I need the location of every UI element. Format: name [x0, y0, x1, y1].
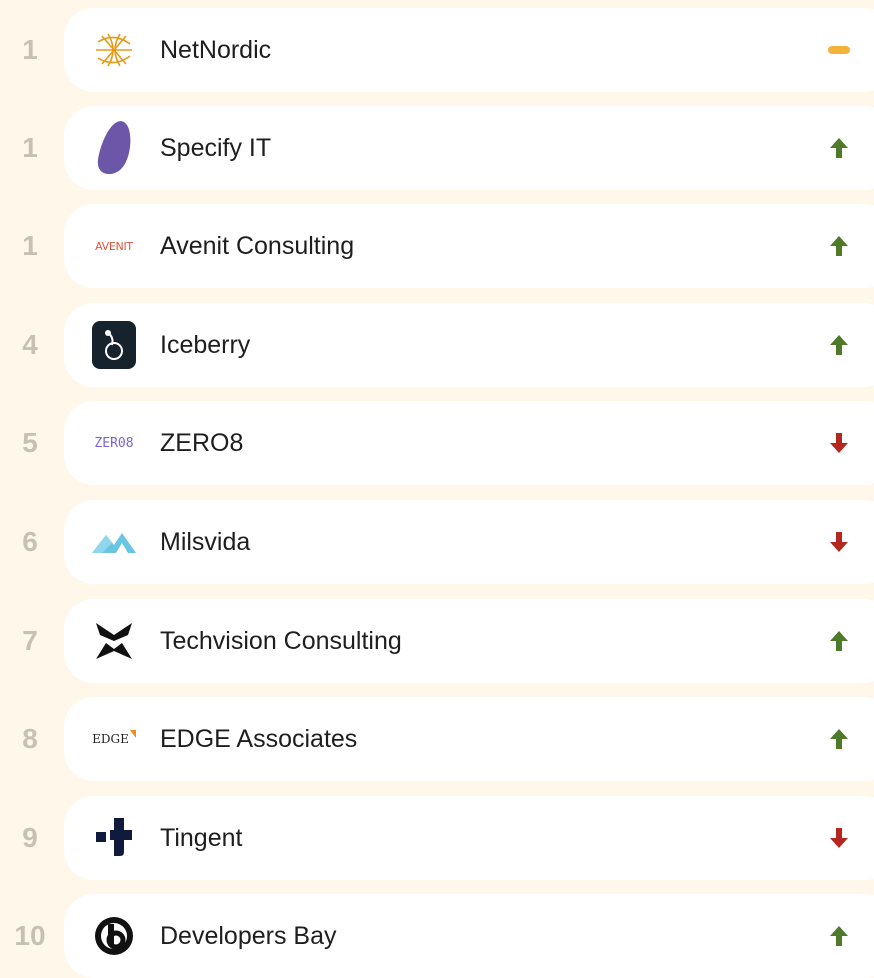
company-card[interactable]: Specify IT [64, 106, 874, 190]
company-card[interactable]: AVENIT Avenit Consulting [64, 204, 874, 288]
techvision-logo [84, 611, 144, 671]
list-item[interactable]: 4 Iceberry [0, 303, 874, 387]
arrow-down-icon [819, 423, 859, 463]
tingent-logo [84, 808, 144, 868]
list-item[interactable]: 6 Milsvida [0, 500, 874, 584]
iceberry-logo [84, 315, 144, 375]
company-name: Milsvida [160, 527, 251, 556]
arrow-up-icon [819, 226, 859, 266]
company-card[interactable]: ZER08 ZERO8 [64, 401, 874, 485]
rank-number: 4 [22, 329, 38, 360]
list-item[interactable]: 7 Techvision Consulting [0, 599, 874, 683]
milsvida-logo [84, 512, 144, 572]
company-card[interactable]: Milsvida [64, 500, 874, 584]
company-card[interactable]: Developers Bay [64, 894, 874, 978]
company-name: Specify IT [160, 133, 272, 162]
rank-number: 5 [22, 427, 38, 458]
rank-number: 1 [22, 230, 38, 261]
company-card[interactable]: Iceberry [64, 303, 874, 387]
list-item[interactable]: 10 Developers Bay [0, 894, 874, 978]
rank-number: 1 [22, 34, 38, 65]
arrow-up-icon [819, 128, 859, 168]
edge-logo: EDGE [84, 709, 144, 769]
company-name: NetNordic [160, 35, 272, 64]
specify-it-logo [84, 118, 144, 178]
company-card[interactable]: NetNordic [64, 8, 874, 92]
company-name: Developers Bay [160, 921, 337, 950]
rank-number: 6 [22, 526, 38, 557]
rank-number: 7 [22, 625, 38, 656]
company-name: Tingent [160, 823, 243, 852]
company-name: Techvision Consulting [160, 626, 402, 655]
company-name: Iceberry [160, 330, 251, 359]
list-item[interactable]: 1 Specify IT [0, 106, 874, 190]
rank-number: 10 [14, 920, 46, 951]
company-card[interactable]: Techvision Consulting [64, 599, 874, 683]
zero8-logo: ZER08 [94, 435, 134, 451]
developers-bay-logo [84, 906, 144, 966]
company-name: EDGE Associates [160, 724, 358, 753]
list-item[interactable]: 5 ZER08 ZERO8 [0, 401, 874, 485]
rank-number: 1 [22, 132, 38, 163]
arrow-down-icon [819, 818, 859, 858]
trend-same-icon [819, 30, 859, 70]
company-name: Avenit Consulting [160, 231, 355, 260]
company-card[interactable]: Tingent [64, 796, 874, 880]
list-item[interactable]: 1 AVENIT Avenit Consulting [0, 204, 874, 288]
arrow-down-icon [819, 522, 859, 562]
netnordic-logo [84, 20, 144, 80]
list-item[interactable]: 1 NetNordic [0, 8, 874, 92]
avenit-logo: AVENIT [95, 239, 133, 253]
rank-number: 8 [22, 723, 38, 754]
list-item[interactable]: 9 Tingent [0, 796, 874, 880]
arrow-up-icon [819, 916, 859, 956]
company-name: ZERO8 [160, 428, 244, 457]
arrow-up-icon [819, 325, 859, 365]
arrow-up-icon [819, 719, 859, 759]
arrow-up-icon [819, 621, 859, 661]
rank-number: 9 [22, 822, 38, 853]
company-card[interactable]: EDGE EDGE Associates [64, 697, 874, 781]
list-item[interactable]: 8 EDGE EDGE Associates [0, 697, 874, 781]
